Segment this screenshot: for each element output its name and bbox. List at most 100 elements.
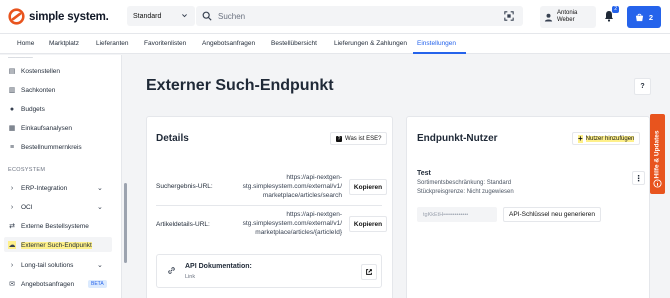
notifications-button[interactable]: 2 — [602, 6, 619, 24]
chevron-down-icon[interactable]: ⌄ — [97, 184, 103, 192]
endpoint-user-price-limit: Stückpreisgrenze: Nicht zugewiesen — [417, 189, 514, 195]
what-is-ese-label: Was ist ESE? — [345, 135, 382, 142]
sidebar-item-bestellnummernkreis[interactable]: ≡ Bestellnummernkreis — [8, 140, 82, 154]
sidebar-item-einkaufsanalysen[interactable]: ▦ Einkaufsanalysen — [8, 121, 72, 135]
copy-article-url-button[interactable]: Kopieren — [349, 216, 387, 232]
cart-button[interactable]: 2 — [627, 6, 661, 28]
open-api-doc-button[interactable] — [361, 264, 377, 280]
sidebar-item-label: Long-tail solutions — [21, 261, 74, 269]
cart-icon — [635, 13, 644, 21]
chevron-right-icon: › — [10, 261, 14, 269]
search-url-label: Suchergebnis-URL: — [156, 183, 213, 190]
user-first-name: Antonia — [557, 10, 578, 16]
tab-marktplatz[interactable]: Marktplatz — [49, 40, 79, 47]
regenerate-api-key-label: API-Schlüssel neu generieren — [509, 211, 595, 218]
link-icon — [168, 267, 175, 274]
sidebar-item-kostenstellen[interactable]: ▤ Kostenstellen — [8, 64, 60, 78]
sidebar-item-sachkonten[interactable]: ▥ Sachkonten — [8, 83, 56, 97]
plus-icon: + — [578, 133, 583, 143]
article-url-value: https://api-nextgen- stg.simplesystem.co… — [232, 210, 342, 237]
chevron-right-icon: › — [10, 184, 14, 192]
endpoint-user-name: Test — [417, 170, 431, 177]
tab-bestelluebersicht[interactable]: Bestellübersicht — [271, 40, 317, 47]
user-icon — [544, 13, 553, 22]
page-title: Externer Such-Endpunkt — [146, 77, 334, 94]
details-title: Details — [156, 133, 189, 144]
url-line: stg.simplesystem.com/external/v1/ — [242, 220, 342, 227]
url-line: https://api-nextgen- — [286, 174, 342, 181]
sidebar-item-label: Kostenstellen — [21, 67, 61, 75]
sidebar-item-angebotsanfragen[interactable]: ✉ Angebotsanfragen — [8, 277, 74, 291]
user-menu[interactable]: Antonia Weber — [540, 6, 596, 28]
add-user-button[interactable]: + Nutzer hinzufügen — [572, 132, 641, 145]
sidebar-item-label: Bestellnummernkreis — [21, 143, 82, 151]
active-tab-indicator — [413, 52, 466, 54]
regenerate-api-key-button[interactable]: API-Schlüssel neu generieren — [503, 207, 601, 222]
url-line: marketplace/articles/{articleId} — [255, 229, 342, 236]
add-user-label: Nutzer hinzufügen — [585, 135, 635, 142]
scan-icon[interactable] — [504, 11, 514, 21]
help-button[interactable]: ? — [634, 78, 651, 95]
sidebar-item-erp-integration[interactable]: › ERP-Integration — [8, 181, 67, 195]
search-icon — [202, 11, 212, 21]
chevron-right-icon: › — [10, 203, 14, 211]
main-nav: Home Marktplatz Lieferanten Favoritenlis… — [0, 34, 670, 54]
search-placeholder: Suchen — [218, 11, 246, 21]
chevron-down-icon[interactable]: ⌄ — [97, 203, 103, 211]
search-input[interactable]: Suchen — [196, 6, 523, 26]
article-url-label: Artikeldetails-URL: — [156, 221, 210, 228]
brand-name: simple system. — [29, 10, 109, 23]
analytics-icon: ▦ — [8, 125, 16, 132]
tab-lieferanten[interactable]: Lieferanten — [96, 40, 129, 47]
cart-count: 2 — [648, 12, 654, 22]
assortment-select-value: Standard — [133, 12, 162, 20]
api-doc-sub: Link — [185, 274, 196, 280]
help-updates-label: Hilfe & Updates — [654, 129, 662, 179]
help-updates-tab[interactable]: Hilfe & Updates — [650, 114, 665, 194]
sidebar-item-label: Einkaufsanalysen — [21, 124, 72, 132]
external-link-icon — [366, 269, 372, 275]
what-is-ese-button[interactable]: ? Was ist ESE? — [330, 132, 388, 145]
info-icon — [653, 179, 662, 188]
sidebar-item-label: OCI — [21, 203, 33, 211]
sidebar-item-label: ERP-Integration — [21, 184, 68, 192]
search-url-value: https://api-nextgen- stg.simplesystem.co… — [232, 173, 342, 200]
sidebar-item-label: Angebotsanfragen — [21, 280, 75, 288]
sidebar-item-externe-bestellsysteme[interactable]: ⇄ Externe Bestellsysteme — [8, 219, 89, 233]
more-options-icon[interactable]: ⋮ — [632, 171, 645, 185]
cloud-search-icon: ☁ — [8, 241, 16, 249]
copy-search-url-button[interactable]: Kopieren — [349, 179, 387, 195]
notification-badge: 2 — [612, 6, 619, 13]
sidebar-item-long-tail-solutions[interactable]: › Long-tail solutions — [8, 258, 74, 272]
cost-center-icon: ▤ — [8, 68, 16, 75]
tab-einstellungen[interactable]: Einstellungen — [417, 40, 456, 47]
tab-favoritenlisten[interactable]: Favoritenlisten — [144, 40, 186, 47]
sidebar-item-label: Budgets — [21, 105, 45, 113]
sidebar-item-externer-such-endpunkt[interactable]: ☁ Externer Such-Endpunkt — [8, 238, 92, 252]
chevron-down-icon[interactable]: ⌄ — [97, 261, 103, 269]
sidebar-item-label: Externe Bestellsysteme — [21, 222, 89, 230]
sidebar-item-label: Sachkonten — [21, 86, 56, 94]
tab-lieferungen-zahlungen[interactable]: Lieferungen & Zahlungen — [334, 40, 407, 47]
assortment-select[interactable]: Standard — [127, 6, 195, 26]
endpoint-user-restriction: Sortimentsbeschränkung: Standard — [417, 180, 512, 186]
sidebar-scrollbar[interactable] — [124, 183, 127, 263]
question-icon: ? — [336, 135, 342, 142]
tab-home[interactable]: Home — [17, 40, 34, 47]
sidebar-section-ecosystem: ECOSYSTEM — [8, 167, 46, 173]
tab-angebotsanfragen[interactable]: Angebotsanfragen — [202, 40, 255, 47]
api-documentation-box: API Dokumentation: Link — [156, 254, 382, 288]
request-icon: ✉ — [9, 281, 15, 288]
sidebar-item-oci[interactable]: › OCI — [8, 200, 33, 214]
chevron-down-icon — [182, 14, 187, 18]
sidebar-item-budgets[interactable]: ● Budgets — [8, 102, 45, 116]
user-last-name: Weber — [557, 17, 575, 23]
endpoint-users-title: Endpunkt-Nutzer — [417, 133, 498, 144]
url-line: stg.simplesystem.com/external/v1/ — [242, 183, 342, 190]
number-range-icon: ≡ — [9, 143, 15, 151]
api-key-field: tgKkEtH••••••••••••• — [417, 207, 497, 222]
brand-logo[interactable]: simple system. — [8, 8, 109, 25]
row-divider — [156, 205, 382, 206]
url-line: https://api-nextgen- — [286, 211, 342, 218]
api-doc-title: API Dokumentation: — [185, 263, 252, 270]
